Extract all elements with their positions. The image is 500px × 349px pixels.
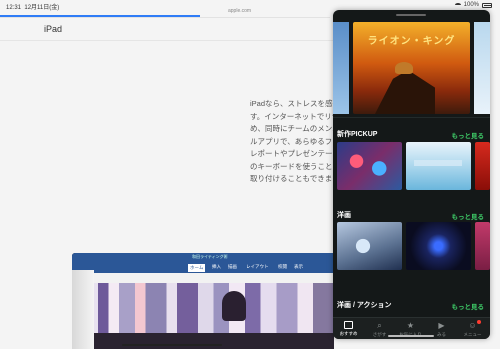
section-title-western: 洋画 <box>337 212 351 219</box>
star-icon: ★ <box>406 321 415 330</box>
user-icon: ☺ <box>468 321 477 330</box>
paragraph-line: ルアプリで、あらゆるファ <box>250 136 340 146</box>
slide-over-app[interactable]: ライオン・キング 新作PICKUP もっと見る 洋画 もっと見る 洋画 / アク… <box>333 10 490 339</box>
url-bar[interactable]: apple.com <box>228 8 251 14</box>
tab-menu[interactable]: ☺ メニュー <box>457 321 488 338</box>
home-icon <box>344 321 353 329</box>
section-title-new-pickup: 新作PICKUP <box>337 131 378 138</box>
hero-banner[interactable]: ライオン・キング <box>353 22 470 114</box>
slide-over-home-indicator[interactable] <box>388 335 434 337</box>
paragraph-line: のキーボードを使うことも <box>250 161 340 171</box>
doc-toolbar <box>72 273 334 283</box>
tab-recommended[interactable]: おすすめ <box>333 321 364 337</box>
doc-image <box>72 283 334 333</box>
carousel-next-thumb[interactable] <box>474 22 490 114</box>
search-icon: ⌕ <box>377 321 382 330</box>
hero-rock <box>375 70 435 114</box>
video-thumbnail[interactable] <box>337 222 402 270</box>
slide-over-grabber[interactable] <box>396 14 426 16</box>
tab-label: さがす <box>372 332 387 337</box>
ribbon-tab: 挿入 <box>212 264 221 269</box>
video-thumbnail[interactable] <box>475 142 490 190</box>
ribbon-tab: 描画 <box>228 264 237 269</box>
status-indicators: 100% <box>454 2 492 8</box>
person-silhouette <box>222 291 246 321</box>
more-link-new-pickup[interactable]: もっと見る <box>452 130 485 140</box>
video-thumbnail[interactable] <box>475 222 490 270</box>
wifi-icon <box>454 3 461 7</box>
video-thumbnail[interactable] <box>337 142 402 190</box>
ipad-product-image: 和田ライティング術 ホーム 挿入 描画 レイアウト 校閲 表示 <box>72 253 334 349</box>
battery-icon <box>482 2 492 8</box>
battery-percent: 100% <box>463 2 479 8</box>
video-thumbnail[interactable] <box>406 222 471 270</box>
body-paragraph: iPadなら、ストレスを感じ す。インターネットでリサー め、同時にチームのメン… <box>250 98 340 186</box>
doc-footer <box>72 333 334 349</box>
device-edge <box>72 270 94 349</box>
page-title[interactable]: iPad <box>44 24 62 34</box>
hero-lion <box>395 62 413 74</box>
video-thumbnail[interactable] <box>406 142 471 190</box>
play-icon: ▶ <box>438 321 445 330</box>
paragraph-line: iPadなら、ストレスを感じ <box>250 99 340 108</box>
notification-dot <box>477 320 481 324</box>
toolbar-divider <box>0 17 330 18</box>
more-link-western-action[interactable]: もっと見る <box>452 301 485 311</box>
paragraph-line: す。インターネットでリサー <box>250 111 340 121</box>
tab-label: メニュー <box>463 332 482 337</box>
doc-titlebar: 和田ライティング術 <box>72 253 334 261</box>
ribbon-tab: レイアウト <box>246 264 269 269</box>
tab-label: みる <box>437 332 446 337</box>
nav-divider <box>0 40 334 41</box>
paragraph-line: 取り付けることもできます <box>250 174 340 183</box>
hero-title: ライオン・キング <box>367 36 456 47</box>
more-link-western[interactable]: もっと見る <box>452 211 485 221</box>
doc-ribbon-tabs: ホーム 挿入 描画 レイアウト 校閲 表示 <box>72 261 334 273</box>
ribbon-tab: ホーム <box>188 264 206 272</box>
ribbon-tab: 校閲 <box>278 264 287 269</box>
status-time: 12:31 12月11日(金) <box>6 5 60 11</box>
carousel-prev-thumb[interactable] <box>333 22 349 114</box>
ribbon-tab: 表示 <box>294 264 303 269</box>
section-title-western-action: 洋画 / アクション <box>337 302 392 309</box>
doc-title: 和田ライティング術 <box>192 254 228 259</box>
tab-label: おすすめ <box>339 331 358 336</box>
section-divider <box>333 117 490 118</box>
paragraph-line: め、同時にチームのメンバ <box>250 124 340 133</box>
paragraph-line: レポートやプレゼンテーシ <box>250 149 340 158</box>
home-indicator[interactable] <box>122 344 222 346</box>
